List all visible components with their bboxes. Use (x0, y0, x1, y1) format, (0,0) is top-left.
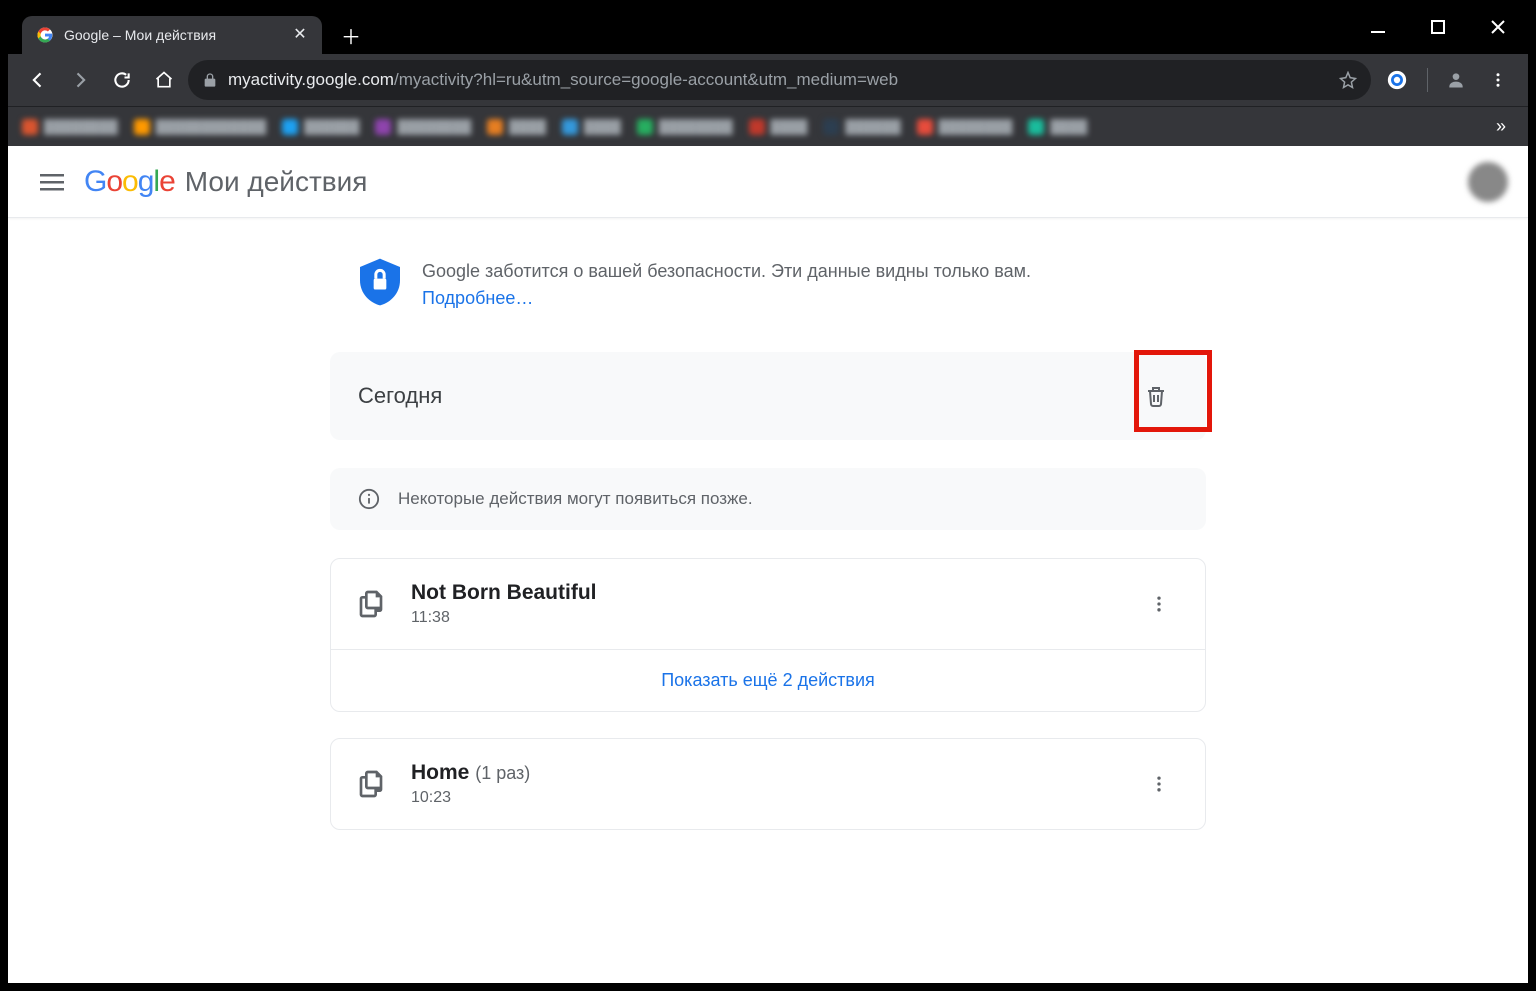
bookmark-item[interactable]: ████ (562, 119, 621, 135)
url-text: myactivity.google.com/myactivity?hl=ru&u… (228, 70, 1329, 90)
bookmarks-bar: ████████ ████████████ ██████ ████████ ██… (8, 106, 1528, 146)
info-strip: Некоторые действия могут появиться позже… (330, 468, 1206, 530)
content-column: Google заботится о вашей безопасности. Э… (318, 218, 1218, 896)
new-tab-button[interactable]: ＋ (336, 20, 366, 50)
browser-toolbar: myactivity.google.com/myactivity?hl=ru&u… (8, 54, 1528, 106)
forward-button[interactable] (62, 62, 98, 98)
extension-icon[interactable] (1383, 66, 1411, 94)
bookmark-item[interactable]: ████ (1028, 119, 1087, 135)
document-icon (357, 768, 389, 800)
activity-title[interactable]: Home (1 раз) (411, 761, 1117, 785)
address-bar[interactable]: myactivity.google.com/myactivity?hl=ru&u… (188, 60, 1371, 100)
bookmark-item[interactable]: ████ (749, 119, 808, 135)
info-text: Некоторые действия могут появиться позже… (398, 489, 753, 509)
menu-button[interactable] (28, 158, 76, 206)
day-label: Сегодня (358, 383, 442, 409)
tab-strip: Google – Мои действия ✕ ＋ (8, 8, 1528, 54)
document-icon (357, 588, 389, 620)
lock-icon (202, 72, 218, 88)
browser-tab[interactable]: Google – Мои действия ✕ (22, 16, 322, 54)
browser-menu-button[interactable] (1480, 62, 1516, 98)
privacy-banner: Google заботится о вашей безопасности. Э… (330, 258, 1206, 312)
bookmark-star-icon[interactable] (1339, 71, 1357, 89)
browser-chrome: Google – Мои действия ✕ ＋ myactivity.goo… (8, 8, 1528, 146)
day-header-card: Сегодня (330, 352, 1206, 440)
bookmark-item[interactable]: ████ (487, 119, 546, 135)
bookmark-item[interactable]: ████████ (637, 119, 733, 135)
reload-button[interactable] (104, 62, 140, 98)
bookmark-item[interactable]: ██████ (823, 119, 900, 135)
toolbar-divider (1427, 68, 1428, 92)
activity-title[interactable]: Not Born Beautiful (411, 581, 1117, 605)
home-button[interactable] (146, 62, 182, 98)
privacy-message: Google заботится о вашей безопасности. Э… (422, 261, 1031, 281)
page-viewport[interactable]: Google Мои действия Google заботится о в… (8, 146, 1528, 983)
annotation-highlight (1134, 350, 1212, 432)
activity-menu-button[interactable] (1139, 764, 1179, 804)
activity-time: 10:23 (411, 789, 1117, 807)
window-close-button[interactable] (1468, 8, 1528, 46)
tab-title: Google – Мои действия (64, 27, 282, 43)
bookmark-item[interactable]: ████████████ (134, 119, 267, 135)
shield-icon (360, 258, 400, 306)
activity-card: Not Born Beautiful 11:38 Показать ещё 2 … (330, 558, 1206, 712)
bookmarks-overflow-button[interactable]: » (1488, 112, 1514, 141)
app-title: Мои действия (185, 166, 368, 198)
show-more-link[interactable]: Показать ещё 2 действия (331, 649, 1205, 711)
activity-menu-button[interactable] (1139, 584, 1179, 624)
account-avatar[interactable] (1468, 162, 1508, 202)
privacy-learn-more-link[interactable]: Подробнее… (422, 288, 533, 308)
window-minimize-button[interactable] (1348, 8, 1408, 46)
close-tab-icon[interactable]: ✕ (292, 27, 308, 43)
bookmark-item[interactable]: ████████ (917, 119, 1013, 135)
activity-card: Home (1 раз) 10:23 (330, 738, 1206, 830)
activity-row: Home (1 раз) 10:23 (331, 739, 1205, 829)
activity-time: 11:38 (411, 609, 1117, 627)
profile-button[interactable] (1438, 62, 1474, 98)
bookmark-item[interactable]: ████████ (375, 119, 471, 135)
bookmark-item[interactable]: ████████ (22, 119, 118, 135)
info-icon (358, 488, 380, 510)
bookmark-item[interactable]: ██████ (282, 119, 359, 135)
google-favicon (36, 26, 54, 44)
app-header: Google Мои действия (8, 146, 1528, 218)
back-button[interactable] (20, 62, 56, 98)
window-maximize-button[interactable] (1408, 8, 1468, 46)
privacy-text: Google заботится о вашей безопасности. Э… (422, 258, 1031, 312)
activity-row: Not Born Beautiful 11:38 (331, 559, 1205, 649)
google-logo: Google (84, 165, 175, 199)
